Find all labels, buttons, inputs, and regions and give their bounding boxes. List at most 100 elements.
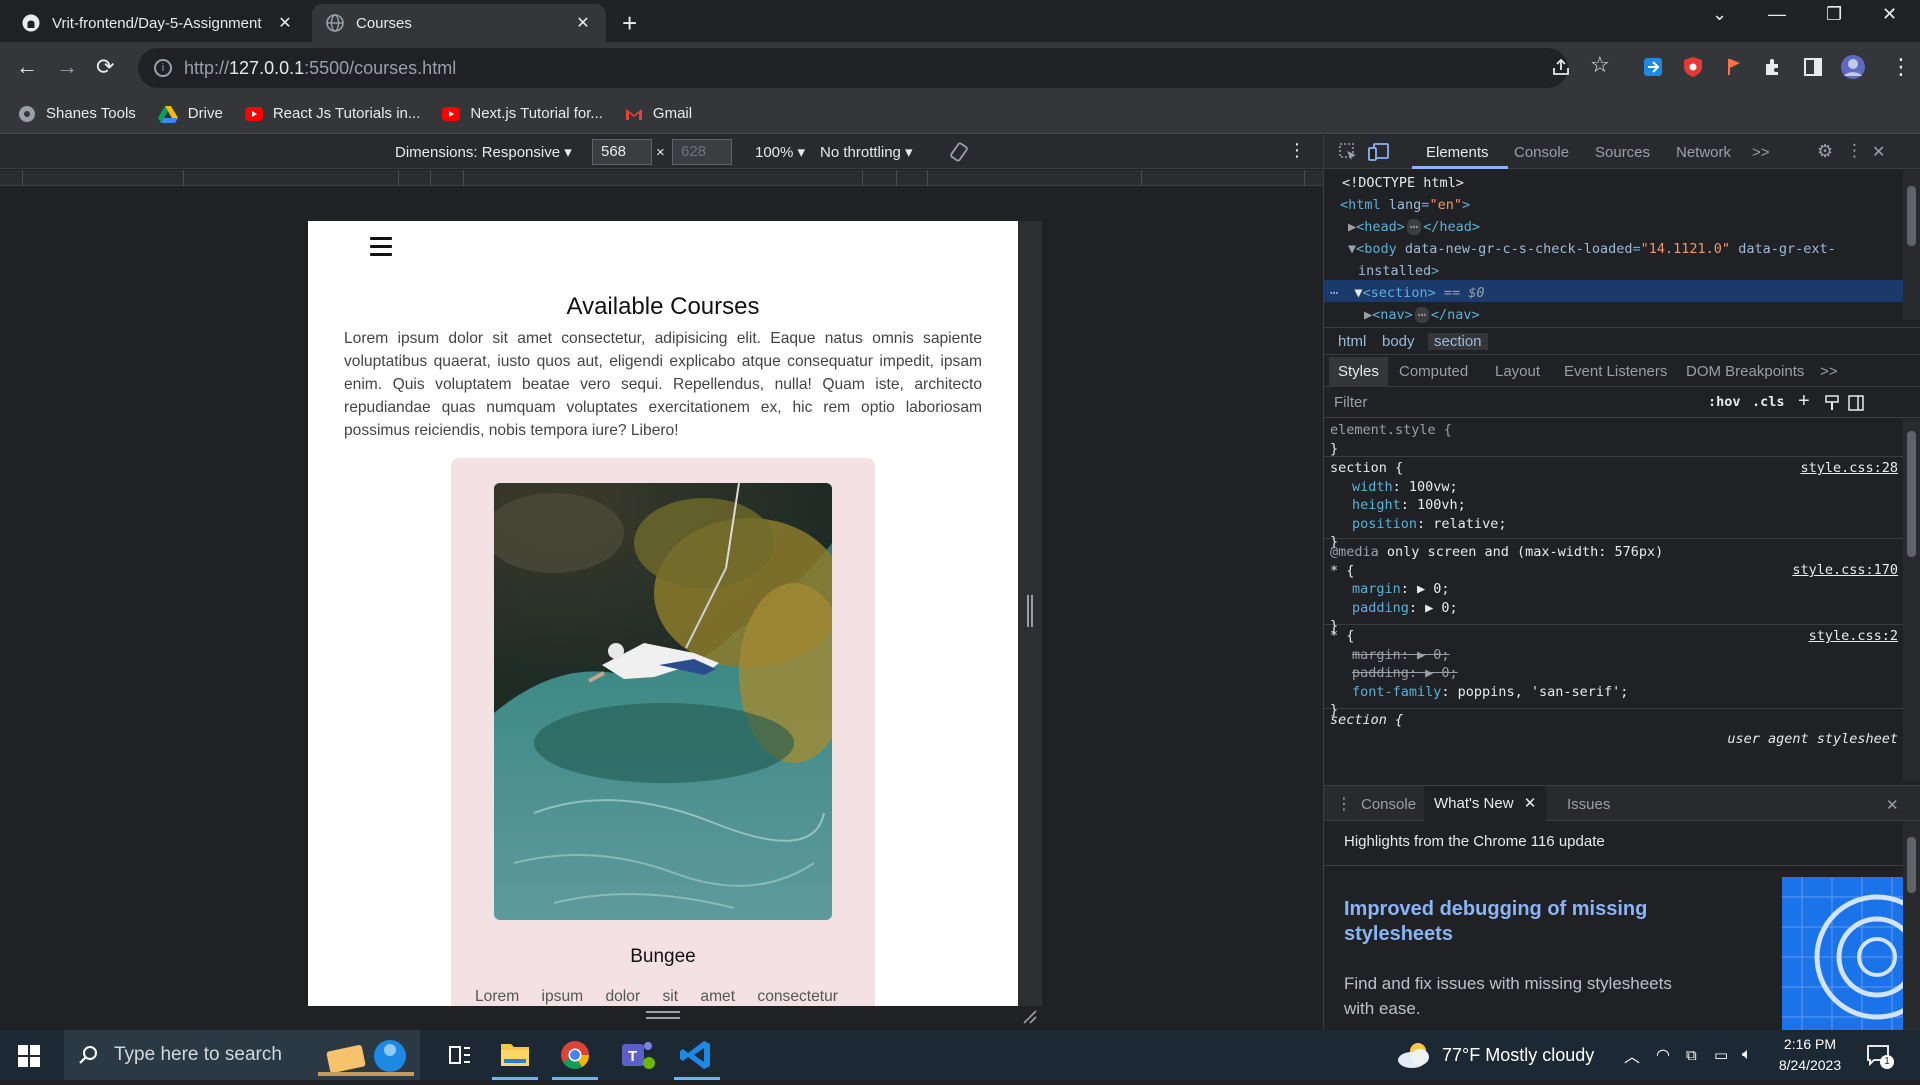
drawer-tab-whats-new[interactable]: What's New ✕ [1424,786,1547,821]
system-clock[interactable]: 2:16 PM 8/24/2023 [1772,1034,1848,1076]
inspect-element-icon[interactable] [1338,142,1358,162]
restore-icon[interactable]: ❐ [1826,4,1842,25]
viewport-resize-handle-bottom[interactable] [646,1011,680,1019]
device-icon[interactable]: ⧉ [1686,1030,1697,1080]
taskbar-teams[interactable]: T [608,1030,666,1080]
browser-menu-icon[interactable]: ⋮ [1890,54,1912,80]
dom-body[interactable]: ▼<body data-new-gr-c-s-check-loaded="14.… [1348,238,1836,260]
taskbar-file-explorer[interactable] [486,1030,544,1080]
tab-courses[interactable]: Courses ✕ [312,4,606,42]
viewport-resize-strip[interactable] [1018,221,1042,1006]
reload-icon[interactable]: ⟳ [96,54,114,80]
close-tab-icon[interactable]: ✕ [1524,795,1537,812]
extension-flag-icon[interactable] [1722,56,1744,78]
article-title[interactable]: Improved debugging of missing stylesheet… [1344,897,1674,947]
bookmark-react-tutorials[interactable]: React Js Tutorials in... [244,105,420,122]
rotate-icon[interactable] [948,141,970,163]
tab-computed[interactable]: Computed [1399,363,1468,380]
hamburger-menu-icon[interactable] [370,237,392,257]
throttling-dropdown[interactable]: No throttling ▾ [820,143,913,161]
breadcrumb-section[interactable]: section [1428,333,1488,350]
drawer-scrollbar[interactable] [1903,821,1920,1030]
network-icon[interactable]: ◠ [1656,1030,1670,1080]
tab-event-listeners[interactable]: Event Listeners [1564,363,1667,380]
width-input[interactable]: 568 [592,139,652,165]
course-card[interactable]: Bungee Lorem ipsum dolor sit amet consec… [451,458,875,1006]
rule-media-star[interactable]: @media only screen and (max-width: 576px… [1324,543,1904,634]
dom-head[interactable]: ▶<head> ⋯ </head> [1348,216,1480,238]
rule-section[interactable]: style.css:28 section { width: 100vw; hei… [1324,459,1904,550]
rule-user-agent[interactable]: section { user agent stylesheet [1324,711,1904,747]
breadcrumb-html[interactable]: html [1338,333,1366,350]
bookmark-gmail[interactable]: Gmail [625,105,692,122]
tab-github[interactable]: Vrit-frontend/Day-5-Assignment ✕ [8,4,308,42]
extensions-puzzle-icon[interactable] [1762,56,1784,78]
volume-icon[interactable]: 🔈︎ [1742,1030,1752,1080]
styles-scrollbar[interactable] [1903,419,1920,781]
tab-dom-breakpoints[interactable]: DOM Breakpoints [1686,363,1804,380]
back-icon[interactable]: ← [16,54,38,80]
tab-sources[interactable]: Sources [1595,144,1650,161]
close-devtools-icon[interactable]: ✕ [1872,142,1885,162]
drawer-tab-issues[interactable]: Issues [1567,796,1610,813]
windows-start-icon[interactable] [18,1045,40,1067]
device-toggle-icon[interactable] [1368,142,1390,162]
resize-corner-icon[interactable] [1022,1009,1038,1025]
styles-filter-input[interactable]: Filter [1334,394,1367,411]
rule-source-link[interactable]: style.css:170 [1792,561,1898,580]
rule-source-link[interactable]: style.css:28 [1800,459,1898,478]
bookmark-drive[interactable]: Drive [157,105,223,123]
tab-console[interactable]: Console [1514,144,1569,161]
close-tab-icon[interactable]: ✕ [276,13,294,33]
devtools-menu-icon[interactable]: ⋮ [1846,141,1863,161]
rule-element-style[interactable]: element.style { } [1324,419,1904,457]
new-rule-icon[interactable]: + [1798,390,1810,413]
site-info-icon[interactable]: i [154,59,172,77]
dom-nav[interactable]: ▶<nav> ⋯ </nav> [1364,304,1480,326]
tab-styles[interactable]: Styles [1329,357,1388,387]
bookmark-shanes-tools[interactable]: Shanes Tools [18,105,136,123]
more-subtabs-icon[interactable]: >> [1820,363,1838,380]
settings-gear-icon[interactable]: ⚙ [1817,141,1833,162]
notification-center-icon[interactable]: 1 [1866,1043,1894,1069]
close-drawer-icon[interactable]: ✕ [1886,796,1899,814]
hov-toggle[interactable]: :hov [1708,394,1741,410]
forward-icon[interactable]: → [56,54,78,80]
dom-scrollbar[interactable] [1903,170,1920,320]
profile-avatar[interactable] [1840,54,1866,80]
drawer-tab-console[interactable]: Console [1361,796,1416,813]
drawer-menu-icon[interactable]: ⋮ [1336,794,1352,814]
rule-source-link[interactable]: style.css:2 [1809,627,1898,646]
dom-html[interactable]: <html lang="en"> [1340,194,1470,216]
extension-shield-icon[interactable] [1682,56,1704,78]
close-tab-icon[interactable]: ✕ [574,13,592,33]
window-close-icon[interactable]: ✕ [1882,4,1897,25]
computed-sidebar-icon[interactable] [1848,395,1864,411]
battery-icon[interactable]: ▭ [1714,1030,1728,1080]
tray-chevron-icon[interactable]: ︿ [1624,1030,1640,1080]
weather-widget[interactable]: 77°F Mostly cloudy [1394,1030,1594,1080]
share-icon[interactable] [1550,56,1572,78]
new-tab-button[interactable]: + [622,8,637,39]
breadcrumb-body[interactable]: body [1382,333,1415,350]
zoom-dropdown[interactable]: 100% ▾ [755,143,805,161]
tab-network[interactable]: Network [1676,144,1731,161]
height-input[interactable]: 628 [672,139,732,165]
rule-star[interactable]: style.css:2 * { margin: ▶ 0; padding: ▶ … [1324,627,1904,718]
dom-doctype[interactable]: <!DOCTYPE html> [1342,172,1464,194]
taskbar-search[interactable]: Type here to search [64,1030,420,1080]
bookmark-nextjs-tutorial[interactable]: Next.js Tutorial for... [442,105,603,122]
dimensions-dropdown[interactable]: Dimensions: Responsive ▾ [395,143,572,161]
tab-elements[interactable]: Elements [1426,144,1489,161]
taskbar-chrome[interactable] [546,1030,604,1080]
more-tabs-icon[interactable]: >> [1752,144,1770,161]
task-view-icon[interactable] [430,1030,488,1080]
extension-translate-icon[interactable] [1642,56,1664,78]
tab-search-chevron-icon[interactable]: ⌄ [1712,4,1727,25]
device-more-icon[interactable]: ⋮ [1288,140,1306,161]
tab-layout[interactable]: Layout [1495,363,1540,380]
minimize-icon[interactable]: — [1768,4,1786,25]
dom-section[interactable]: ⋯ ▼<section> == $0 [1330,282,1484,304]
side-panel-icon[interactable] [1802,56,1824,78]
address-bar[interactable]: i http://127.0.0.1:5500/courses.html [138,48,1568,88]
